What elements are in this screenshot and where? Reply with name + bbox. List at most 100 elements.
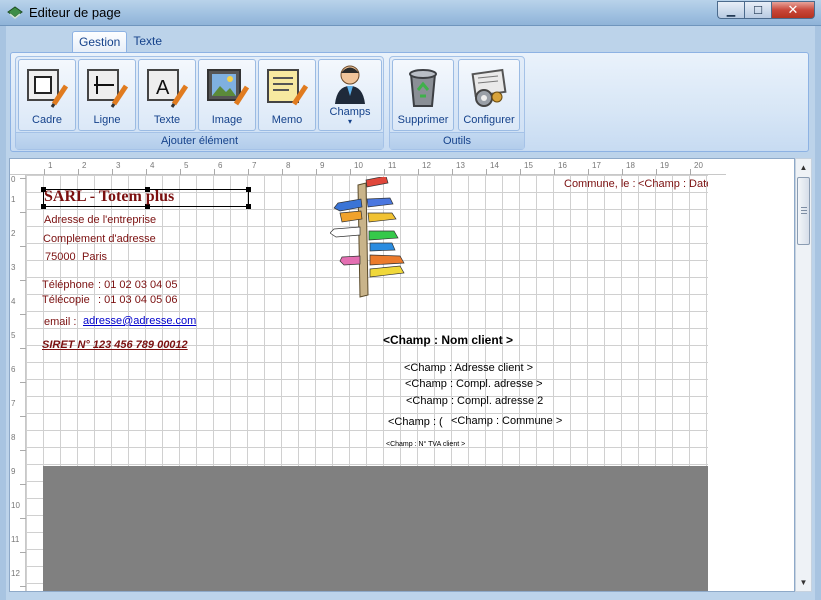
window-title: Editeur de page: [29, 5, 121, 20]
memo-label: Memo: [271, 114, 303, 126]
supprimer-label: Supprimer: [397, 114, 449, 126]
tab-texte[interactable]: Texte: [127, 31, 168, 53]
ruler-tick-label: 13: [456, 161, 465, 170]
siret-number[interactable]: SIRET N° 123 456 789 00012: [42, 339, 188, 351]
ruler-tick-label: 5: [184, 161, 189, 170]
line-tool-icon: [87, 69, 129, 108]
resize-handle[interactable]: [246, 204, 251, 209]
ruler-tick-label: 6: [11, 365, 16, 374]
image-label: Image: [211, 114, 243, 126]
ruler-tick-label: 10: [11, 501, 20, 510]
memo-button[interactable]: Memo: [258, 59, 316, 131]
company-postcode[interactable]: 75000: [45, 251, 76, 263]
ruler-vertical: 0 1 2 3 4 5 6 7 8 9 10 11 12: [10, 175, 26, 591]
fax-label[interactable]: Télécopie: [42, 294, 90, 306]
ruler-tick-label: 2: [11, 229, 16, 238]
cadre-label: Cadre: [32, 114, 62, 126]
app-icon: [7, 6, 23, 19]
maximize-button[interactable]: ☐: [744, 1, 771, 19]
company-city[interactable]: Paris: [82, 251, 107, 263]
company-name[interactable]: SARL - Totem plus: [44, 188, 174, 206]
date-field[interactable]: <Champ : Date: [638, 178, 708, 190]
image-button[interactable]: Image: [198, 59, 256, 131]
ruler-tick-label: 4: [11, 297, 16, 306]
ruler-tick-label: 1: [11, 195, 16, 204]
ruler-tick-label: 0: [11, 175, 16, 184]
group-label-add-element: Ajouter élément: [16, 132, 383, 149]
memo-tool-icon: [267, 69, 309, 106]
ruler-tick-label: 1: [48, 161, 53, 170]
client-city-field[interactable]: <Champ : Commune >: [451, 415, 562, 427]
page-editor[interactable]: 1 2 3 4 5 6 7 8 9 10 11 12 13 14 15 16 17 18 19 20 01234567…: [9, 158, 795, 592]
client-address-field[interactable]: <Champ : Adresse client >: [404, 362, 533, 374]
title-bar: Editeur de page ▁ ☐ ✕: [0, 0, 821, 26]
ruler-tick-label: 11: [388, 161, 397, 170]
client-postcode-field[interactable]: <Champ : (: [388, 416, 443, 428]
maximize-icon: ☐: [753, 4, 763, 17]
minimize-icon: ▁: [726, 4, 736, 17]
ruler-tick-label: 3: [11, 263, 16, 272]
champs-button[interactable]: Champs ▾: [318, 59, 382, 131]
ruler-tick-label: 6: [218, 161, 223, 170]
ruler-tick-label: 4: [150, 161, 155, 170]
ruler-tick-label: 9: [320, 161, 325, 170]
page-canvas[interactable]: SARL - Totem plus Adresse de l'entrepris…: [26, 175, 708, 591]
ruler-tick-label: 18: [626, 161, 635, 170]
ruler-tick-label: 9: [11, 467, 16, 476]
ligne-button[interactable]: Ligne: [78, 59, 136, 131]
resize-handle[interactable]: [246, 187, 251, 192]
ruler-tick-label: 8: [11, 433, 16, 442]
image-tool-icon: [207, 69, 250, 106]
ruler-tick-label: 15: [524, 161, 533, 170]
ruler-tick-label: 14: [490, 161, 499, 170]
ruler-tick-label: 16: [558, 161, 567, 170]
client-name-field[interactable]: <Champ : Nom client >: [383, 333, 513, 347]
client-complement-field[interactable]: <Champ : Compl. adresse >: [405, 378, 543, 390]
company-address-complement[interactable]: Complement d'adresse: [43, 233, 156, 245]
ruler-tick-label: 8: [286, 161, 291, 170]
scroll-thumb[interactable]: [797, 177, 810, 245]
ruler-tick-label: 7: [11, 399, 16, 408]
ribbon: Cadre Ligne A Texte Image Memo Champs ▾ …: [10, 52, 809, 152]
chevron-up-icon: ▲: [799, 163, 808, 172]
date-label[interactable]: Commune, le :: [564, 178, 636, 190]
email-link[interactable]: adresse@adresse.com: [83, 315, 196, 327]
group-label-tools: Outils: [390, 132, 524, 149]
configurer-button[interactable]: Configurer: [458, 59, 520, 131]
group-add-element: Cadre Ligne A Texte Image Memo Champs ▾ …: [15, 56, 384, 150]
company-address[interactable]: Adresse de l'entreprise: [44, 214, 156, 226]
trash-icon: [409, 69, 437, 107]
ruler-tick-label: 5: [11, 331, 16, 340]
chevron-down-icon: ▼: [799, 578, 808, 587]
supprimer-button[interactable]: Supprimer: [392, 59, 454, 131]
ruler-tick-label: 17: [592, 161, 601, 170]
signpost-image[interactable]: [330, 177, 410, 299]
chevron-down-icon[interactable]: ▾: [348, 118, 352, 126]
gray-area: [43, 466, 708, 591]
ruler-tick-label: 19: [660, 161, 669, 170]
phone-label[interactable]: Téléphone: [42, 279, 94, 291]
ribbon-tabs: Gestion Texte: [72, 31, 168, 53]
ligne-label: Ligne: [93, 114, 121, 126]
client-complement2-field[interactable]: <Champ : Compl. adresse 2: [406, 395, 543, 407]
ruler-tick-label: 20: [694, 161, 703, 170]
scroll-down-button[interactable]: ▼: [796, 574, 811, 591]
phone-value[interactable]: : 01 02 03 04 05: [98, 279, 178, 291]
tab-gestion[interactable]: Gestion: [72, 31, 128, 53]
cadre-button[interactable]: Cadre: [18, 59, 76, 131]
minimize-button[interactable]: ▁: [717, 1, 744, 19]
text-tool-icon: A: [147, 69, 189, 108]
frame-tool-icon: [27, 69, 69, 108]
texte-button[interactable]: A Texte: [138, 59, 196, 131]
configurer-label: Configurer: [463, 114, 515, 126]
ruler-tick-label: 3: [116, 161, 121, 170]
client-vat-field[interactable]: <Champ : N° TVA client >: [386, 441, 465, 448]
group-tools: Supprimer Configurer Outils: [389, 56, 525, 150]
page-margin-area: [708, 175, 794, 591]
vertical-scrollbar[interactable]: ▲ ▼: [795, 158, 812, 592]
svg-text:A: A: [156, 77, 170, 99]
scroll-up-button[interactable]: ▲: [796, 159, 811, 176]
email-label[interactable]: email :: [44, 316, 76, 328]
close-button[interactable]: ✕: [771, 1, 815, 19]
fax-value[interactable]: : 01 03 04 05 06: [98, 294, 178, 306]
